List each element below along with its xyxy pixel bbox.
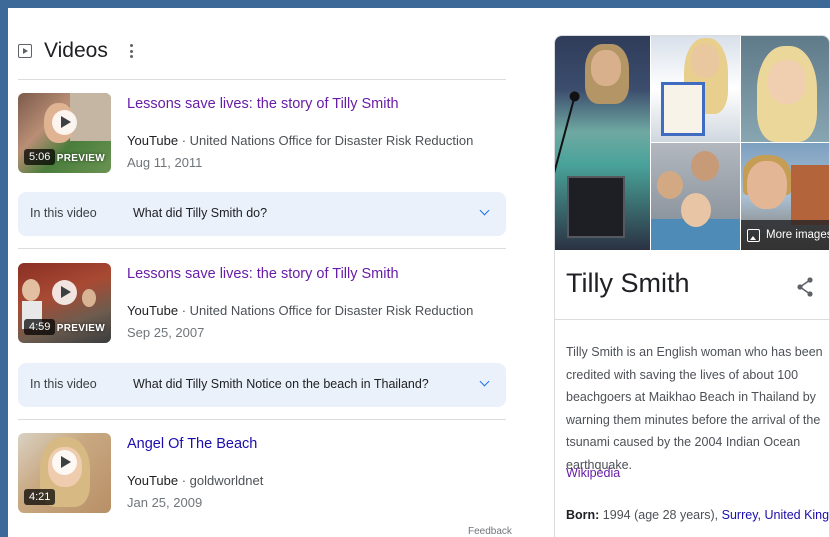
video-source: YouTube · United Nations Office for Disa… [127,133,473,148]
feedback-link[interactable]: Feedback [468,526,512,537]
photo-thumbnail[interactable] [651,143,740,250]
video-date: Jan 25, 2009 [127,495,203,510]
chevron-down-icon[interactable] [479,376,490,387]
in-this-video-question: What did Tilly Smith do? [133,206,268,220]
wikipedia-link[interactable]: Wikipedia [566,466,620,480]
image-icon [747,228,760,242]
play-icon[interactable] [52,280,77,305]
video-result[interactable]: 4:59 PREVIEW Lessons save lives: the sto… [18,263,506,347]
in-this-video-question: What did Tilly Smith Notice on the beach… [133,377,429,391]
in-this-video-label: In this video [30,206,97,220]
preview-label: PREVIEW [56,153,105,164]
video-date: Sep 25, 2007 [127,325,205,340]
video-result[interactable]: 4:21 Angel Of The Beach YouTube · goldwo… [18,433,506,517]
video-platform: YouTube [127,473,179,488]
share-icon[interactable] [795,276,815,298]
kebab-menu-icon[interactable] [129,44,133,58]
video-title[interactable]: Lessons save lives: the story of Tilly S… [127,266,399,282]
videos-header: Videos [18,36,133,66]
born-value: 1994 (age 28 years), [599,508,722,522]
video-duration: 5:06 [24,149,56,165]
video-channel: · United Nations Office for Disaster Ris… [178,303,474,318]
video-platform: YouTube [127,303,179,318]
video-source: YouTube · goldworldnet [127,473,263,488]
video-thumbnail[interactable]: 4:21 [18,433,111,513]
chevron-down-icon[interactable] [479,205,490,216]
play-icon[interactable] [52,110,77,135]
divider [18,248,506,249]
main-photo[interactable] [555,36,650,250]
video-result[interactable]: 5:06 PREVIEW Lessons save lives: the sto… [18,93,506,177]
divider [18,79,506,80]
more-images-label: More images [766,229,830,241]
video-date: Aug 11, 2011 [127,155,203,170]
in-this-video-chip[interactable]: In this video What did Tilly Smith do? [18,192,506,236]
video-platform: YouTube [127,133,179,148]
preview-label: PREVIEW [56,323,105,334]
videos-title: Videos [44,39,108,62]
photo-thumbnail[interactable] [651,36,740,142]
entity-title: Tilly Smith [566,268,690,298]
video-title[interactable]: Angel Of The Beach [127,436,257,452]
video-thumbnail[interactable]: 4:59 PREVIEW [18,263,111,343]
divider [18,419,506,420]
in-this-video-label: In this video [30,377,97,391]
play-box-icon [18,44,32,58]
born-label: Born: [566,508,600,522]
more-images-button[interactable]: More images [741,220,830,250]
video-duration: 4:21 [24,489,56,505]
video-channel: · United Nations Office for Disaster Ris… [178,133,474,148]
photo-thumbnail[interactable] [741,36,829,142]
in-this-video-chip[interactable]: In this video What did Tilly Smith Notic… [18,363,506,407]
born-fact: Born: 1994 (age 28 years), Surrey, Unite… [566,508,829,522]
video-source: YouTube · United Nations Office for Disa… [127,303,473,318]
knowledge-panel: More images Tilly Smith Tilly Smith is a… [554,35,830,537]
born-place-link[interactable]: Surrey, United Kingdom [722,508,829,522]
video-duration: 4:59 [24,319,56,335]
video-channel: · goldworldnet [178,473,264,488]
search-results-page: Videos 5:06 PREVIEW Lessons save lives: … [8,8,830,537]
entity-description: Tilly Smith is an English woman who has … [566,345,823,472]
play-icon[interactable] [52,450,77,475]
divider [555,319,829,320]
video-thumbnail[interactable]: 5:06 PREVIEW [18,93,111,173]
video-title[interactable]: Lessons save lives: the story of Tilly S… [127,96,399,112]
